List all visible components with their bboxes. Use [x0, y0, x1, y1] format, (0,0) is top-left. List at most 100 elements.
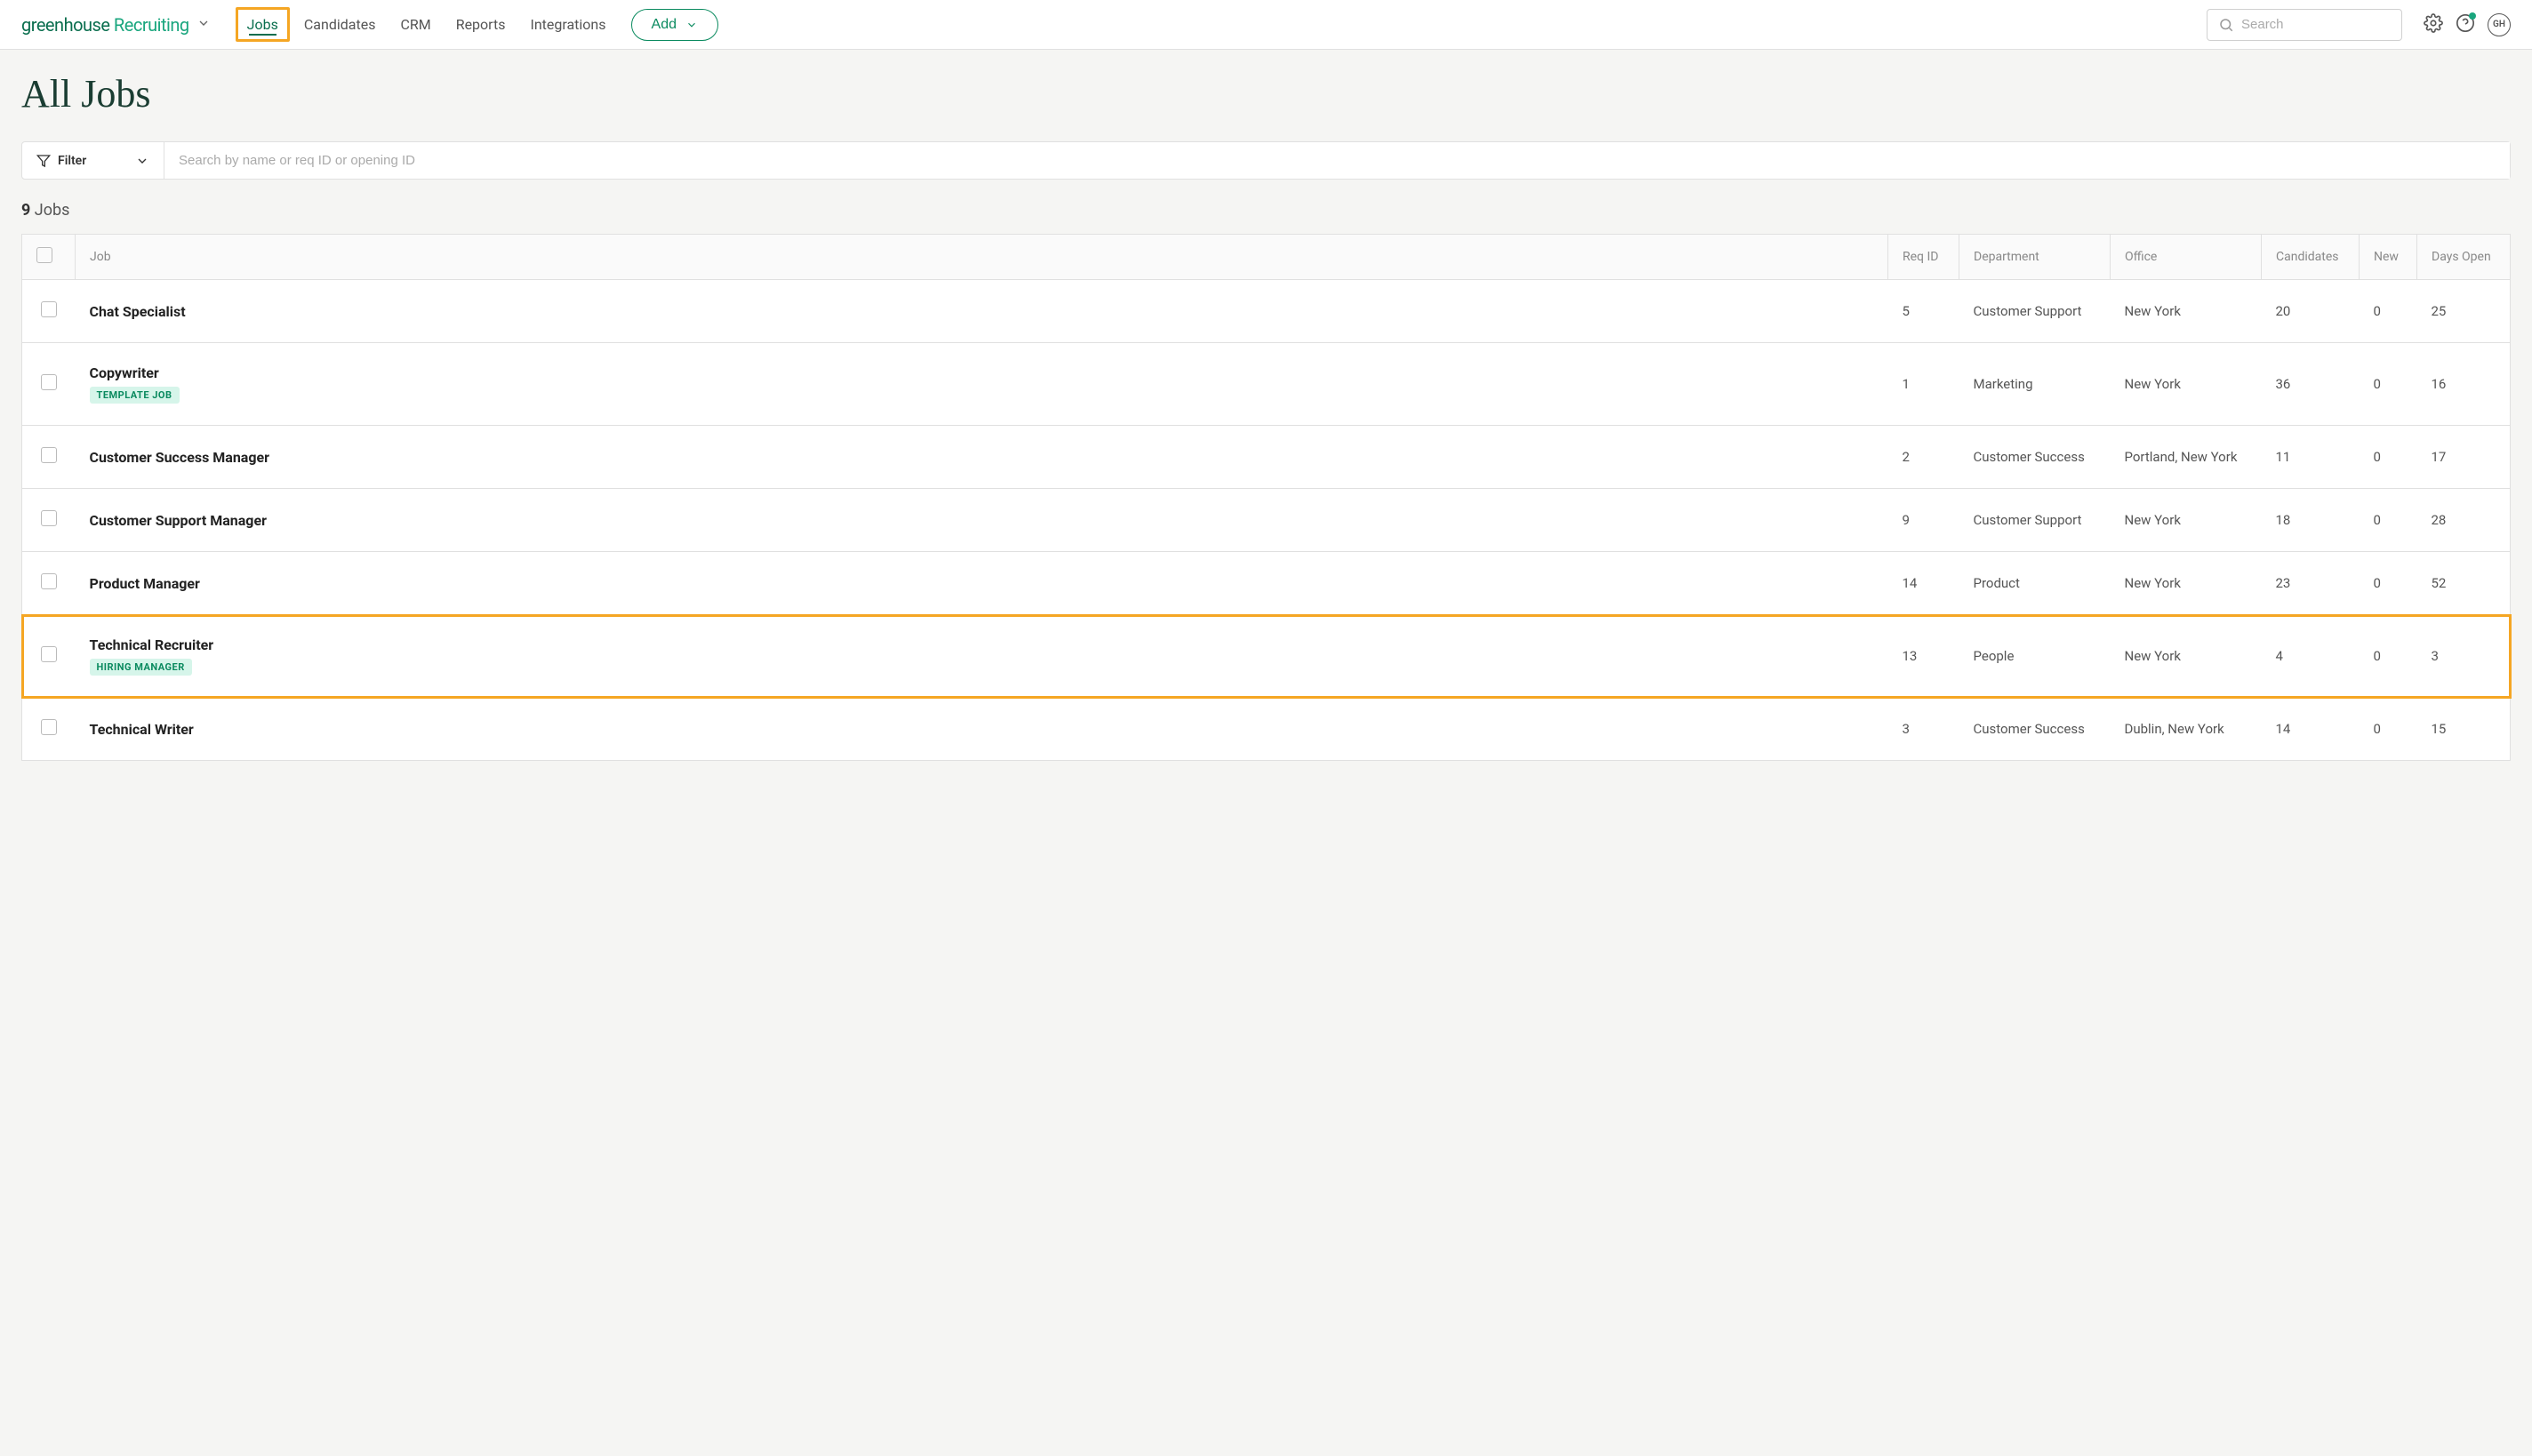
- job-cell[interactable]: CopywriterTEMPLATE JOB: [76, 343, 1888, 426]
- col-office[interactable]: Office: [2111, 235, 2262, 280]
- logo[interactable]: greenhouse Recruiting: [21, 14, 211, 36]
- req-id-cell: 5: [1888, 280, 1959, 343]
- job-name: Customer Success Manager: [90, 449, 1874, 466]
- job-cell[interactable]: Product Manager: [76, 552, 1888, 615]
- row-checkbox[interactable]: [41, 646, 57, 662]
- row-checkbox-cell: [22, 552, 76, 615]
- filter-icon: [36, 154, 51, 168]
- nav-links: Jobs Candidates CRM Reports Integrations: [236, 7, 617, 42]
- department-cell: Customer Support: [1959, 280, 2111, 343]
- chevron-down-icon[interactable]: [196, 16, 211, 34]
- table-row[interactable]: Technical Writer3Customer SuccessDublin,…: [22, 698, 2511, 761]
- table-row[interactable]: Chat Specialist 5Customer SupportNew York…: [22, 280, 2511, 343]
- job-cell[interactable]: Chat Specialist: [76, 280, 1888, 343]
- header-icons: GH: [2424, 13, 2511, 36]
- days-open-cell: 17: [2417, 426, 2511, 489]
- office-cell: Dublin, New York: [2111, 698, 2262, 761]
- candidates-cell: 18: [2262, 489, 2360, 552]
- job-cell[interactable]: Technical Writer: [76, 698, 1888, 761]
- days-open-cell: 3: [2417, 615, 2511, 698]
- job-name: Customer Support Manager: [90, 512, 1874, 529]
- jobs-count-label: Jobs: [35, 201, 70, 220]
- row-checkbox[interactable]: [41, 719, 57, 735]
- table-row[interactable]: CopywriterTEMPLATE JOB1MarketingNew York…: [22, 343, 2511, 426]
- req-id-cell: 14: [1888, 552, 1959, 615]
- global-search-input[interactable]: [2241, 17, 2391, 32]
- table-row[interactable]: Customer Support Manager 9Customer Suppor…: [22, 489, 2511, 552]
- nav-crm[interactable]: CRM: [389, 7, 441, 42]
- req-id-cell: 2: [1888, 426, 1959, 489]
- col-days-open[interactable]: Days Open: [2417, 235, 2511, 280]
- gear-icon[interactable]: [2424, 13, 2443, 36]
- department-cell: People: [1959, 615, 2111, 698]
- col-job[interactable]: Job: [76, 235, 1888, 280]
- new-cell: 0: [2360, 615, 2417, 698]
- jobs-search-input[interactable]: [164, 142, 2510, 179]
- new-cell: 0: [2360, 489, 2417, 552]
- office-cell: New York: [2111, 489, 2262, 552]
- search-icon: [2218, 17, 2234, 33]
- row-checkbox-cell: [22, 698, 76, 761]
- job-cell[interactable]: Customer Success Manager: [76, 426, 1888, 489]
- add-button[interactable]: Add: [631, 9, 718, 41]
- nav-jobs[interactable]: Jobs: [236, 7, 290, 42]
- job-badge: HIRING MANAGER: [90, 659, 192, 676]
- days-open-cell: 52: [2417, 552, 2511, 615]
- job-name: Chat Specialist: [90, 303, 1874, 320]
- chevron-down-icon: [685, 19, 698, 31]
- notification-dot: [2469, 12, 2476, 20]
- jobs-count: 9 Jobs: [21, 201, 2511, 220]
- job-name: Technical Recruiter: [90, 636, 1874, 653]
- col-reqid[interactable]: Req ID: [1888, 235, 1959, 280]
- logo-suffix: Recruiting: [109, 14, 188, 36]
- select-all-header: [22, 235, 76, 280]
- department-cell: Customer Success: [1959, 426, 2111, 489]
- candidates-cell: 20: [2262, 280, 2360, 343]
- row-checkbox[interactable]: [41, 447, 57, 463]
- col-department[interactable]: Department: [1959, 235, 2111, 280]
- row-checkbox[interactable]: [41, 510, 57, 526]
- days-open-cell: 28: [2417, 489, 2511, 552]
- row-checkbox-cell: [22, 343, 76, 426]
- job-cell[interactable]: Technical Recruiter HIRING MANAGER: [76, 615, 1888, 698]
- office-cell: Portland, New York: [2111, 426, 2262, 489]
- filter-label: Filter: [58, 154, 86, 168]
- content: All Jobs Filter 9 Jobs Job Req ID Depart…: [0, 50, 2532, 782]
- nav-reports[interactable]: Reports: [445, 7, 517, 42]
- nav-candidates[interactable]: Candidates: [293, 7, 387, 42]
- filter-button[interactable]: Filter: [22, 142, 164, 179]
- days-open-cell: 25: [2417, 280, 2511, 343]
- req-id-cell: 1: [1888, 343, 1959, 426]
- row-checkbox[interactable]: [41, 573, 57, 589]
- row-checkbox[interactable]: [41, 301, 57, 317]
- filter-bar: Filter: [21, 141, 2511, 180]
- job-name: Product Manager: [90, 575, 1874, 592]
- department-cell: Customer Support: [1959, 489, 2111, 552]
- office-cell: New York: [2111, 280, 2262, 343]
- avatar[interactable]: GH: [2488, 13, 2511, 36]
- candidates-cell: 23: [2262, 552, 2360, 615]
- table-row[interactable]: Technical RecruiterHIRING MANAGER13Peopl…: [22, 615, 2511, 698]
- nav-integrations[interactable]: Integrations: [519, 7, 616, 42]
- top-bar: greenhouse Recruiting Jobs Candidates CR…: [0, 0, 2532, 50]
- jobs-count-number: 9: [21, 201, 30, 220]
- select-all-checkbox[interactable]: [36, 247, 52, 263]
- row-checkbox[interactable]: [41, 374, 57, 390]
- table-header-row: Job Req ID Department Office Candidates …: [22, 235, 2511, 280]
- col-new[interactable]: New: [2360, 235, 2417, 280]
- table-row[interactable]: Customer Success Manager 2Customer Succes…: [22, 426, 2511, 489]
- global-search[interactable]: [2207, 9, 2402, 41]
- help-icon[interactable]: [2456, 13, 2475, 36]
- req-id-cell: 9: [1888, 489, 1959, 552]
- job-name: Copywriter: [90, 364, 1874, 381]
- col-candidates[interactable]: Candidates: [2262, 235, 2360, 280]
- row-checkbox-cell: [22, 489, 76, 552]
- new-cell: 0: [2360, 280, 2417, 343]
- new-cell: 0: [2360, 698, 2417, 761]
- days-open-cell: 16: [2417, 343, 2511, 426]
- department-cell: Product: [1959, 552, 2111, 615]
- job-cell[interactable]: Customer Support Manager: [76, 489, 1888, 552]
- table-row[interactable]: Product Manager14ProductNew York23052: [22, 552, 2511, 615]
- new-cell: 0: [2360, 343, 2417, 426]
- candidates-cell: 36: [2262, 343, 2360, 426]
